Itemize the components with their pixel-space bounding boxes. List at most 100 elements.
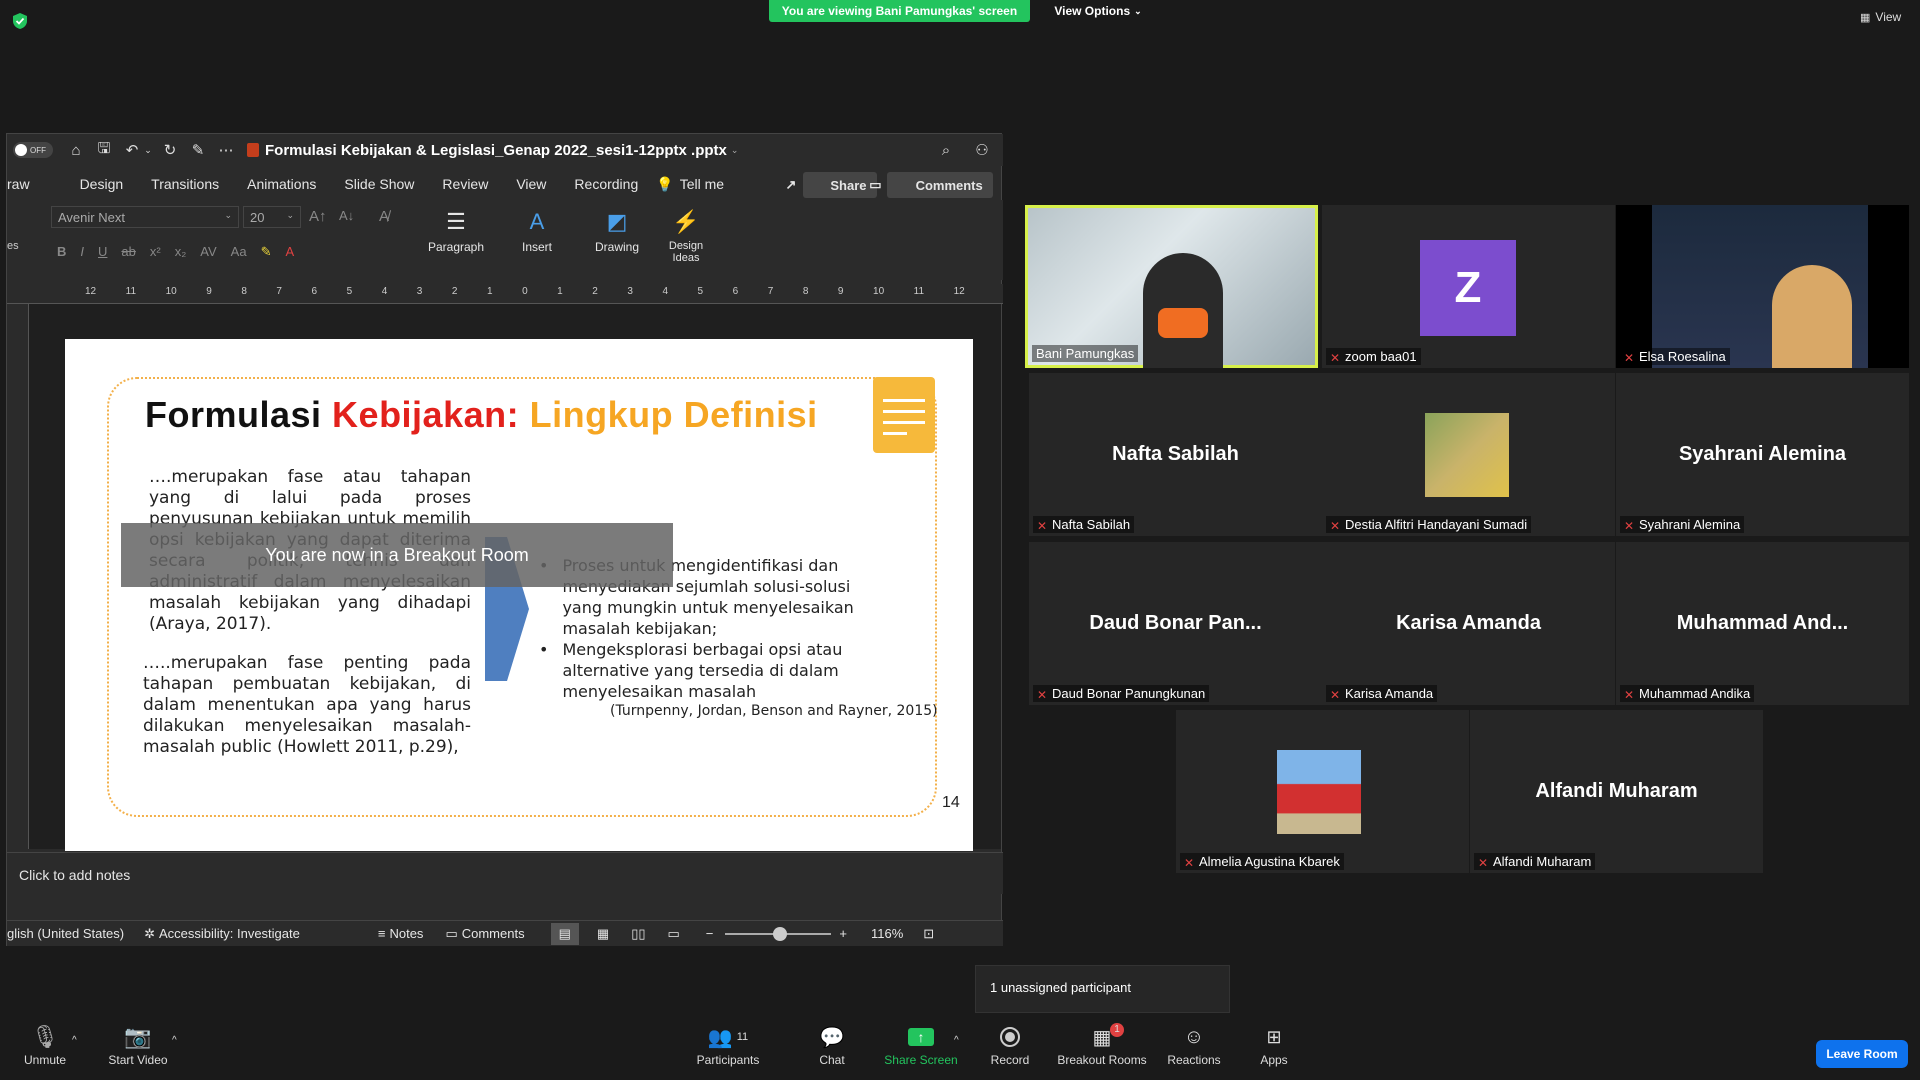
participant-tile[interactable]: Nafta Sabilah ✕ Nafta Sabilah [1029,373,1322,536]
participants-count: 11 [736,1031,749,1043]
italic-icon[interactable]: I [80,244,84,260]
view-layout-button[interactable]: ▦ View [1860,10,1901,24]
font-color-icon[interactable]: A [285,244,294,260]
reactions-button[interactable]: ☺ Reactions [1164,1021,1224,1068]
bold-icon[interactable]: B [57,244,66,260]
comments-toggle[interactable]: Comments [462,926,525,941]
participant-tile[interactable]: ✕ Destia Alfitri Handayani Sumadi [1322,373,1615,536]
apps-button[interactable]: ⊞ Apps [1254,1021,1294,1068]
share-screen-button[interactable]: ↑ Share Screen [884,1021,958,1067]
chat-button[interactable]: 💬 Chat [810,1021,854,1068]
notes-pane[interactable]: Click to add notes [7,852,1003,894]
save-icon[interactable]: 🖫 [93,139,115,161]
ruler-tick-label: 5 [697,286,704,297]
chevron-down-icon[interactable]: ⌄ [731,145,739,156]
underline-icon[interactable]: U [98,244,107,260]
more-icon[interactable]: ⋯ [215,139,237,161]
participant-name-label: ✕ Almelia Agustina Kbarek [1180,853,1344,870]
reading-view-icon[interactable]: ▯▯ [631,926,645,942]
decrease-font-icon[interactable]: A↓ [339,208,354,223]
participant-tile[interactable]: Muhammad And... ✕ Muhammad Andika [1616,542,1909,705]
char-spacing-icon[interactable]: AV [200,244,216,260]
document-title[interactable]: Formulasi Kebijakan & Legislasi_Genap 20… [265,142,727,159]
share-people-icon[interactable]: ⚇ [971,139,993,161]
start-video-button[interactable]: 📷 Start Video [108,1021,168,1067]
undo-icon[interactable]: ↶ [121,139,143,161]
chevron-down-icon: ⌄ [224,210,232,220]
leave-room-button[interactable]: Leave Room [1816,1040,1908,1068]
participant-tile[interactable]: Karisa Amanda ✕ Karisa Amanda [1322,542,1615,705]
slideshow-icon[interactable]: ▭ [668,926,680,942]
tab-draw[interactable]: raw [7,176,30,192]
tab-tell-me[interactable]: Tell me [680,176,724,192]
share-button[interactable]: ↗ Share [785,172,877,198]
drawing-group[interactable]: ◩ Drawing [589,204,645,254]
view-options-button[interactable]: View Options ⌄ [1044,0,1152,22]
unmute-button[interactable]: 🎙 Unmute [22,1021,68,1067]
insert-group[interactable]: A Insert [511,204,563,254]
participant-tile[interactable]: Z ✕ zoom baa01 [1322,205,1615,368]
participant-name: Almelia Agustina Kbarek [1199,854,1340,869]
tab-design[interactable]: Design [80,176,124,192]
normal-view-icon[interactable]: ▤ [550,922,579,945]
tab-slide-show[interactable]: Slide Show [344,176,414,192]
security-shield-icon[interactable] [12,12,28,30]
tab-review[interactable]: Review [442,176,488,192]
fit-to-window-icon[interactable]: ⊡ [923,926,934,942]
zoom-in-icon[interactable]: + [839,926,847,941]
notes-toggle[interactable]: Notes [389,926,423,941]
comments-button[interactable]: ▭ Comments [869,172,993,198]
chevron-down-icon[interactable]: ⌄ [143,139,153,161]
participant-name: Karisa Amanda [1345,686,1434,701]
home-icon[interactable]: ⌂ [65,139,87,161]
font-name-select[interactable]: Avenir Next ⌄ [51,206,239,228]
zoom-slider-thumb[interactable] [773,926,788,941]
muted-mic-icon: ✕ [1037,518,1048,533]
accessibility-status[interactable]: Accessibility: Investigate [159,926,300,941]
slide-title: Formulasi Kebijakan: Lingkup Definisi [145,394,818,436]
video-feed-person [1652,205,1868,368]
font-size-select[interactable]: 20 ⌄ [243,206,301,228]
audio-options-caret[interactable]: ^ [72,1035,77,1046]
design-ideas-group[interactable]: ⚡ Design Ideas [661,204,711,264]
participants-button[interactable]: 👥 11 Participants [696,1021,760,1068]
slide[interactable]: Formulasi Kebijakan: Lingkup Definisi ….… [65,339,973,851]
zoom-out-icon[interactable]: − [706,926,714,941]
comments-icon: ▭ [445,925,458,941]
tab-animations[interactable]: Animations [247,176,316,192]
strikethrough-icon[interactable]: ab [121,244,135,260]
subscript-icon[interactable]: x₂ [175,244,187,260]
redo-icon[interactable]: ↻ [159,139,181,161]
highlight-icon[interactable]: ✎ [261,244,272,260]
breakout-rooms-button[interactable]: ▦ 1 Breakout Rooms [1056,1021,1148,1067]
zoom-slider[interactable] [725,926,832,941]
ruler-tick-label: 6 [732,286,739,297]
zoom-percentage[interactable]: 116% [871,926,903,941]
participant-tile[interactable]: Daud Bonar Pan... ✕ Daud Bonar Panungkuna… [1029,542,1322,705]
clear-format-icon[interactable]: A̸ [379,208,389,225]
tab-view[interactable]: View [516,176,546,192]
breakout-badge: 1 [1110,1023,1124,1037]
muted-mic-icon: ✕ [1478,855,1489,870]
customize-icon[interactable]: ✎ [187,139,209,161]
participant-tile[interactable]: ✕ Almelia Agustina Kbarek [1176,710,1469,873]
record-button[interactable]: Record [988,1021,1032,1067]
participant-tile[interactable]: ✕ Elsa Roesalina [1616,205,1909,368]
profile-photo [1277,750,1361,834]
autosave-toggle[interactable]: OFF [13,142,53,158]
share-options-caret[interactable]: ^ [954,1035,959,1046]
participant-tile[interactable]: Bani Pamungkas [1025,205,1318,368]
superscript-icon[interactable]: x² [150,244,161,260]
increase-font-icon[interactable]: A↑ [309,208,327,225]
paragraph-group[interactable]: ☰ Paragraph [425,204,487,254]
video-options-caret[interactable]: ^ [172,1035,177,1046]
tab-recording[interactable]: Recording [574,176,638,192]
chat-icon: 💬 [819,1026,845,1049]
language-status[interactable]: glish (United States) [7,926,124,941]
search-icon[interactable]: ⌕ [935,139,957,161]
participant-tile[interactable]: Syahrani Alemina ✕ Syahrani Alemina [1616,373,1909,536]
tab-transitions[interactable]: Transitions [151,176,219,192]
change-case-icon[interactable]: Aa [231,244,247,260]
slide-sorter-icon[interactable]: ▦ [597,926,609,942]
participant-tile[interactable]: Alfandi Muharam ✕ Alfandi Muharam [1470,710,1763,873]
